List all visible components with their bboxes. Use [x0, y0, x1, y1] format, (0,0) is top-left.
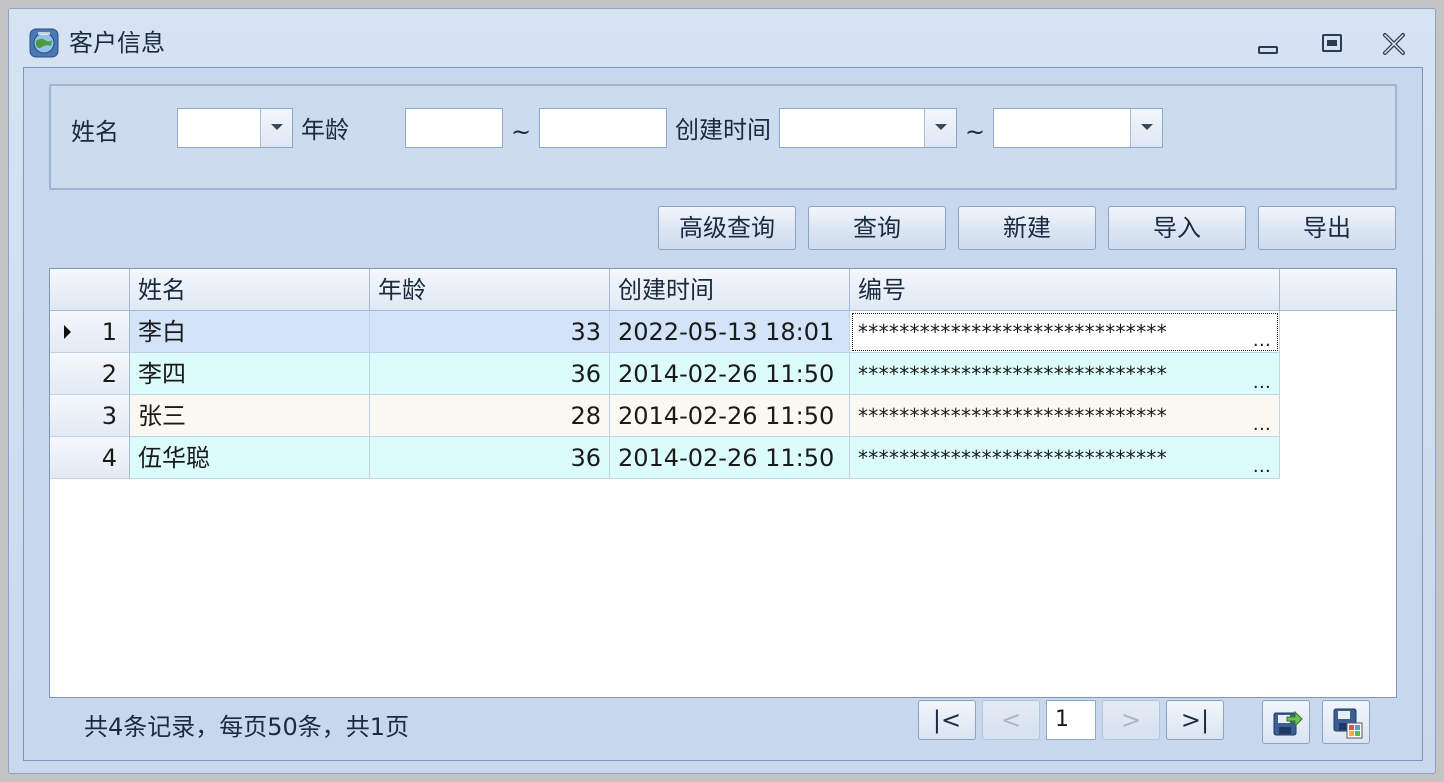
cell-age[interactable]: 33	[370, 311, 610, 353]
row-header[interactable]: 3	[50, 395, 130, 437]
row-header-corner	[50, 269, 130, 311]
name-dropdown-button[interactable]	[260, 109, 292, 147]
cell-code-ellipsis: ...	[1252, 414, 1271, 435]
column-header-age[interactable]: 年龄	[370, 269, 610, 311]
row-index: 1	[101, 318, 117, 346]
maximize-icon	[1322, 34, 1342, 52]
cell-name[interactable]: 张三	[130, 395, 370, 437]
customer-grid[interactable]: 姓名 年龄 创建时间 编号 1 李白 33 2022-05-13 18:01 *…	[49, 268, 1397, 698]
created-to-dropdown-button[interactable]	[1130, 109, 1162, 147]
cell-created[interactable]: 2014-02-26 11:50	[610, 437, 850, 479]
table-row[interactable]: 2 李四 36 2014-02-26 11:50 ***************…	[50, 353, 1280, 395]
first-page-button[interactable]: |<	[918, 700, 976, 740]
close-icon	[1383, 33, 1405, 55]
last-page-button[interactable]: >|	[1166, 700, 1224, 740]
row-index: 4	[101, 444, 117, 472]
export-all-button[interactable]	[1322, 700, 1370, 744]
column-header-code[interactable]: 编号	[850, 269, 1280, 311]
filter-panel: 姓名 年龄 ~ 创建时间 ~	[49, 84, 1397, 190]
age-to-input[interactable]	[539, 108, 667, 148]
age-from-input[interactable]	[405, 108, 503, 148]
age-range-separator: ~	[511, 118, 532, 146]
column-header-name[interactable]: 姓名	[130, 269, 370, 311]
row-index: 2	[101, 360, 117, 388]
cell-code-text: ******************************	[858, 362, 1167, 386]
current-row-arrow-icon	[64, 325, 71, 339]
maximize-button[interactable]	[1317, 31, 1347, 57]
minimize-icon	[1258, 46, 1278, 54]
created-to-combobox[interactable]	[993, 108, 1163, 148]
cell-created[interactable]: 2014-02-26 11:50	[610, 353, 850, 395]
customer-info-window: 客户信息 姓名 年龄 ~ 创建时间 ~ 高级查询 查询 新建 导入 导出 姓名 …	[8, 8, 1436, 774]
cell-created[interactable]: 2014-02-26 11:50	[610, 395, 850, 437]
table-row[interactable]: 3 张三 28 2014-02-26 11:50 ***************…	[50, 395, 1280, 437]
row-index: 3	[101, 402, 117, 430]
name-label: 姓名	[71, 118, 119, 146]
close-button[interactable]	[1379, 31, 1409, 57]
minimize-button[interactable]	[1253, 31, 1283, 57]
created-range-separator: ~	[965, 118, 986, 146]
created-from-combobox[interactable]	[779, 108, 957, 148]
import-button[interactable]: 导入	[1108, 206, 1246, 250]
page-number-input[interactable]: 1	[1046, 700, 1096, 740]
created-time-label: 创建时间	[675, 116, 771, 144]
cell-code-text: ******************************	[858, 404, 1167, 428]
cell-code[interactable]: ****************************** ...	[850, 437, 1280, 479]
row-header[interactable]: 1	[50, 311, 130, 353]
cell-code[interactable]: ****************************** ...	[850, 395, 1280, 437]
cell-age[interactable]: 28	[370, 395, 610, 437]
row-header[interactable]: 4	[50, 437, 130, 479]
table-row[interactable]: 4 伍华聪 36 2014-02-26 11:50 **************…	[50, 437, 1280, 479]
export-button[interactable]: 导出	[1258, 206, 1396, 250]
cell-age[interactable]: 36	[370, 353, 610, 395]
search-button[interactable]: 查询	[808, 206, 946, 250]
export-page-button[interactable]	[1262, 700, 1310, 744]
cell-code-text: ******************************	[858, 320, 1167, 344]
client-area: 姓名 年龄 ~ 创建时间 ~ 高级查询 查询 新建 导入 导出 姓名 年龄 创建…	[23, 67, 1423, 761]
cell-code-ellipsis: ...	[1252, 456, 1271, 477]
next-page-button[interactable]: >	[1102, 700, 1160, 740]
cell-name[interactable]: 李白	[130, 311, 370, 353]
save-all-icon	[1333, 708, 1363, 739]
column-header-created[interactable]: 创建时间	[610, 269, 850, 311]
title-bar[interactable]: 客户信息	[9, 9, 1435, 69]
created-from-dropdown-button[interactable]	[924, 109, 956, 147]
record-summary: 共4条记录，每页50条，共1页	[84, 713, 410, 741]
table-row[interactable]: 1 李白 33 2022-05-13 18:01 ***************…	[50, 311, 1280, 353]
cell-name[interactable]: 伍华聪	[130, 437, 370, 479]
cell-age[interactable]: 36	[370, 437, 610, 479]
name-combobox[interactable]	[177, 108, 293, 148]
cell-code-ellipsis: ...	[1252, 372, 1271, 393]
cell-code[interactable]: ****************************** ...	[850, 311, 1280, 353]
prev-page-button[interactable]: <	[982, 700, 1040, 740]
row-header[interactable]: 2	[50, 353, 130, 395]
cell-created[interactable]: 2022-05-13 18:01	[610, 311, 850, 353]
cell-name[interactable]: 李四	[130, 353, 370, 395]
cell-code-ellipsis: ...	[1252, 330, 1271, 351]
cell-code-text: ******************************	[858, 446, 1167, 470]
save-export-icon	[1273, 710, 1303, 736]
app-globe-icon	[29, 28, 59, 58]
create-button[interactable]: 新建	[958, 206, 1096, 250]
age-label: 年龄	[301, 116, 349, 144]
advanced-search-button[interactable]: 高级查询	[658, 206, 796, 250]
grid-header: 姓名 年龄 创建时间 编号	[50, 269, 1396, 311]
cell-code[interactable]: ****************************** ...	[850, 353, 1280, 395]
window-title: 客户信息	[69, 29, 165, 57]
